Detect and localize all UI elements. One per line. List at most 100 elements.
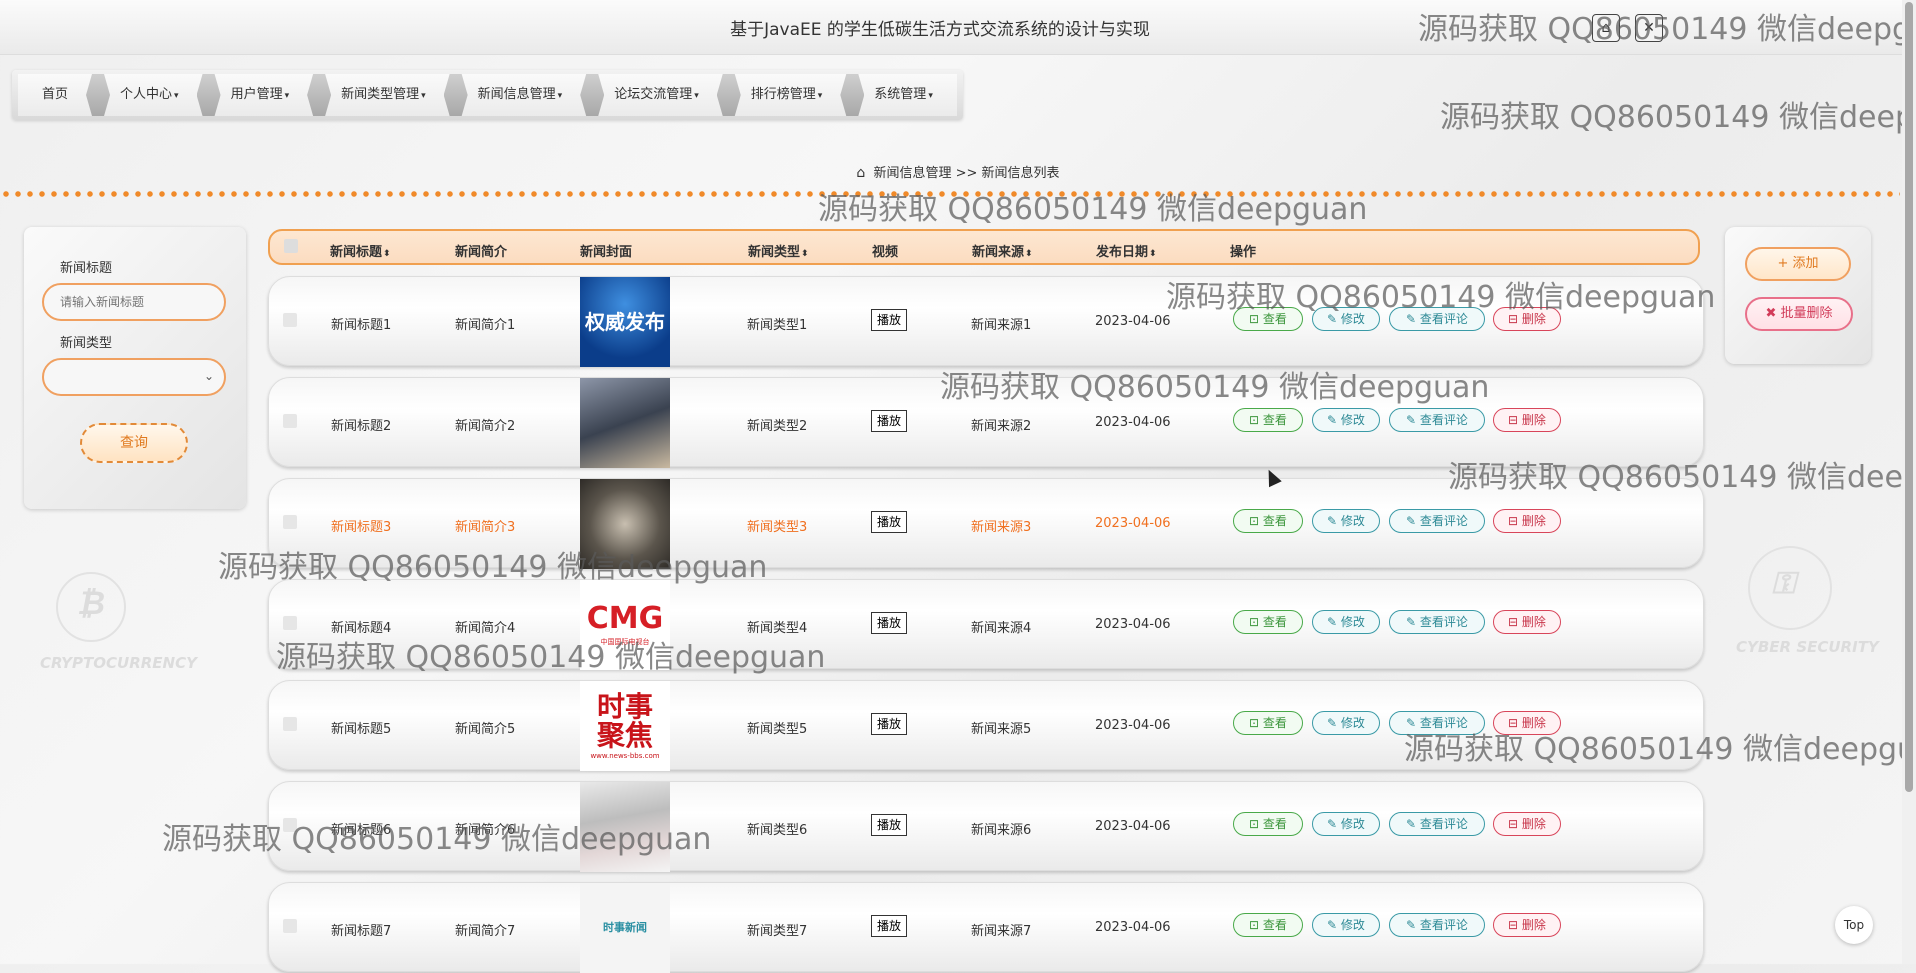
cell-date: 2023-04-06 [1095, 314, 1171, 329]
view-button[interactable]: ⊡ 查看 [1233, 509, 1303, 533]
breadcrumb-parent[interactable]: 新闻信息管理 [873, 166, 951, 181]
column-header-source[interactable]: 新闻来源⬍ [972, 241, 1033, 260]
edit-button[interactable]: ✎ 修改 [1312, 408, 1380, 432]
delete-icon: ⊟ [1508, 918, 1522, 932]
cell-title: 新闻标题1 [331, 318, 392, 333]
view-icon: ⊡ [1249, 918, 1263, 932]
nav-item-label: 论坛交流管理 [614, 87, 693, 102]
table-row[interactable]: 新闻标题7 新闻简介7 新闻类型7 新闻来源7 2023-04-06 时事新闻 播放 ⊡ 查看… [268, 882, 1704, 973]
caret-down-icon: ▾ [694, 91, 699, 101]
button-label: 查看 [1262, 413, 1287, 427]
button-label: 查看评论 [1419, 514, 1468, 528]
select-all-checkbox[interactable] [284, 239, 298, 253]
cover-text: 时事聚焦 [596, 689, 653, 752]
button-label: 查看 [1262, 615, 1287, 629]
view-comments-button[interactable]: ✎ 查看评论 [1389, 509, 1485, 533]
play-video-button[interactable]: 播放 [871, 915, 907, 937]
type-select[interactable]: ⌄ [42, 358, 226, 396]
watermark-text: 源码获取 QQ86050149 微信deepguan [218, 550, 768, 585]
view-button[interactable]: ⊡ 查看 [1233, 610, 1303, 634]
play-video-button[interactable]: 播放 [871, 410, 907, 432]
button-label: 查看评论 [1419, 615, 1468, 629]
type-search-label: 新闻类型 [60, 336, 113, 351]
delete-button[interactable]: ⊟ 删除 [1493, 509, 1561, 533]
scrollbar-thumb[interactable] [1905, 2, 1913, 792]
play-video-button[interactable]: 播放 [871, 713, 907, 735]
delete-button[interactable]: ⊟ 删除 [1493, 408, 1561, 432]
column-header-date[interactable]: 发布日期⬍ [1096, 241, 1157, 260]
view-button[interactable]: ⊡ 查看 [1233, 711, 1303, 735]
nav-item-system-management[interactable]: 系统管理 ▾ [850, 74, 957, 116]
batch-delete-button[interactable]: ✖ 批量删除 [1745, 297, 1853, 331]
nav-item-user-management[interactable]: 用户管理 ▾ [206, 74, 314, 116]
button-label: 查看评论 [1419, 817, 1468, 831]
row-checkbox[interactable] [283, 616, 297, 630]
edit-icon: ✎ [1327, 716, 1341, 730]
row-checkbox[interactable] [283, 414, 297, 428]
nav-item-news-type-management[interactable]: 新闻类型管理 ▾ [317, 74, 450, 116]
play-video-button[interactable]: 播放 [871, 814, 907, 836]
delete-button[interactable]: ⊟ 删除 [1493, 610, 1561, 634]
view-comments-button[interactable]: ✎ 查看评论 [1389, 408, 1485, 432]
comment-icon: ✎ [1406, 413, 1420, 427]
scroll-top-button[interactable]: Top [1835, 906, 1873, 944]
edit-button[interactable]: ✎ 修改 [1312, 913, 1380, 937]
sort-icon: ⬍ [383, 249, 391, 259]
bg-crypto-label: CRYPTOCURRENCY [40, 654, 197, 672]
play-video-button[interactable]: 播放 [871, 612, 907, 634]
delete-button[interactable]: ⊟ 删除 [1493, 812, 1561, 836]
edit-button[interactable]: ✎ 修改 [1312, 610, 1380, 634]
row-checkbox[interactable] [283, 717, 297, 731]
play-video-button[interactable]: 播放 [871, 309, 907, 331]
cell-date: 2023-04-06 [1095, 819, 1171, 834]
edit-button[interactable]: ✎ 修改 [1312, 711, 1380, 735]
cover-subtext: www.news-bbs.com [590, 752, 660, 761]
delete-icon: ⊟ [1508, 615, 1522, 629]
nav-item-label: 新闻信息管理 [477, 87, 556, 102]
action-panel: + 添加 ✖ 批量删除 [1725, 227, 1871, 364]
view-button[interactable]: ⊡ 查看 [1233, 913, 1303, 937]
watermark-text: 源码获取 QQ86050149 微信deepguan [818, 192, 1368, 227]
button-label: 删除 [1521, 817, 1546, 831]
scrollbar[interactable] [1902, 0, 1916, 964]
view-comments-button[interactable]: ✎ 查看评论 [1389, 610, 1485, 634]
title-search-input[interactable] [42, 283, 226, 321]
delete-button[interactable]: ⊟ 删除 [1493, 913, 1561, 937]
view-button[interactable]: ⊡ 查看 [1233, 812, 1303, 836]
nav-item-personal-center[interactable]: 个人中心 ▾ [96, 74, 203, 116]
view-button[interactable]: ⊡ 查看 [1233, 408, 1303, 432]
add-button[interactable]: + 添加 [1745, 247, 1851, 281]
view-icon: ⊡ [1249, 817, 1263, 831]
row-checkbox[interactable] [283, 919, 297, 933]
nav-item-news-info-management[interactable]: 新闻信息管理 ▾ [453, 74, 587, 116]
comment-icon: ✎ [1406, 514, 1420, 528]
column-header-actions: 操作 [1230, 245, 1257, 260]
news-cover-image: 权威发布 [580, 277, 670, 367]
view-comments-button[interactable]: ✎ 查看评论 [1389, 913, 1485, 937]
nav-item-label: 用户管理 [230, 87, 283, 102]
view-comments-button[interactable]: ✎ 查看评论 [1389, 812, 1485, 836]
watermark-text: 源码获取 QQ86050149 微信deepguan [940, 370, 1490, 405]
play-video-button[interactable]: 播放 [871, 511, 907, 533]
breadcrumb: ⌂ 新闻信息管理 >> 新闻信息列表 [0, 162, 1916, 181]
nav-item-home[interactable]: 首页 [18, 74, 93, 116]
button-label: 删除 [1521, 615, 1546, 629]
cell-source: 新闻来源7 [971, 924, 1032, 939]
nav-item-ranking-management[interactable]: 排行榜管理 ▾ [726, 74, 847, 116]
edit-button[interactable]: ✎ 修改 [1312, 509, 1380, 533]
query-button[interactable]: 查询 [80, 423, 188, 463]
column-header-type[interactable]: 新闻类型⬍ [748, 241, 809, 260]
edit-button[interactable]: ✎ 修改 [1312, 812, 1380, 836]
row-checkbox[interactable] [283, 515, 297, 529]
home-icon: ⌂ [856, 165, 866, 181]
button-label: 查看评论 [1419, 918, 1468, 932]
button-label: 修改 [1340, 615, 1365, 629]
edit-icon: ✎ [1327, 918, 1341, 932]
nav-item-label: 首页 [42, 87, 69, 102]
column-header-title[interactable]: 新闻标题⬍ [330, 241, 391, 260]
nav-item-forum-management[interactable]: 论坛交流管理 ▾ [590, 74, 723, 116]
cell-type: 新闻类型3 [747, 520, 808, 535]
cell-source: 新闻来源4 [971, 621, 1032, 636]
row-checkbox[interactable] [283, 313, 297, 327]
column-header-video: 视频 [872, 245, 899, 260]
